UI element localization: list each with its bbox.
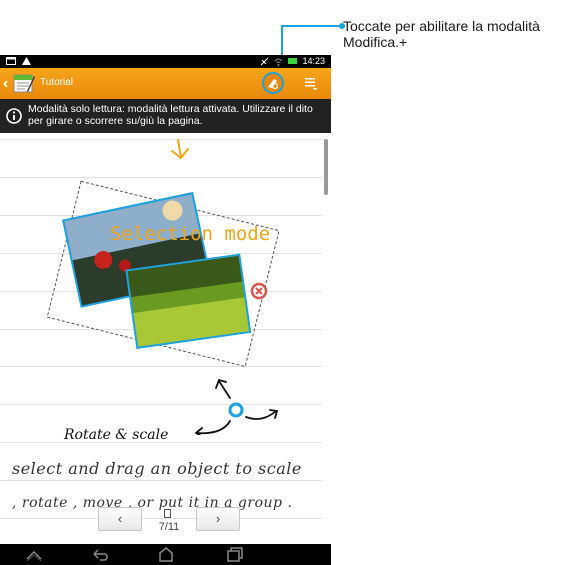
- page-title: Tutorial: [40, 77, 73, 88]
- page-icon: [164, 509, 171, 518]
- navigation-bar: [0, 544, 331, 565]
- page-indicator: 7/11: [158, 521, 180, 533]
- nav-overview-icon[interactable]: [156, 546, 176, 563]
- app-icon[interactable]: [13, 72, 35, 94]
- screenshot-notif-icon: [6, 57, 16, 65]
- menu-icon[interactable]: [304, 76, 318, 90]
- status-bar: 14:23: [0, 55, 331, 68]
- selection-illustration: [46, 139, 280, 435]
- ruled-line: [0, 480, 322, 481]
- clock: 14:23: [302, 56, 325, 66]
- battery-icon: [288, 58, 298, 64]
- signal-icon: [261, 57, 269, 65]
- nav-back-icon[interactable]: [90, 546, 110, 563]
- ruled-line: [0, 518, 322, 519]
- rotate-handle-icon: [228, 402, 244, 418]
- callout-text: Toccate per abilitare la modalità Modifi…: [343, 18, 540, 50]
- edit-mode-icon: [268, 79, 279, 90]
- wifi-icon: [275, 58, 283, 66]
- nav-home-icon[interactable]: [24, 546, 44, 563]
- next-page-button[interactable]: ›: [196, 507, 240, 531]
- read-only-banner: Modalità solo lettura: modalità lettura …: [0, 99, 331, 133]
- edit-mode-button[interactable]: [262, 72, 284, 94]
- banner-message: Modalità solo lettura: modalità lettura …: [28, 103, 313, 127]
- action-bar: ‹ Tutorial: [0, 68, 331, 99]
- rotate-scale-label: Rotate & scale: [64, 427, 169, 443]
- tablet-screen: 14:23 ‹ Tutorial Modalità solo lettura: …: [0, 55, 331, 565]
- selection-mode-heading: Selection mode: [110, 223, 271, 245]
- remove-icon: [250, 282, 268, 300]
- info-icon: [6, 108, 22, 124]
- handwriting-line-2: , rotate , move , or put it in a group .: [12, 495, 293, 511]
- handwriting-line-1: select and drag an object to scale: [12, 459, 302, 478]
- warning-icon: [22, 57, 31, 65]
- grass-photo: [125, 253, 252, 349]
- nav-recent-icon[interactable]: [225, 546, 245, 563]
- prev-page-button[interactable]: ‹: [98, 507, 142, 531]
- back-chevron-icon[interactable]: ‹: [3, 75, 8, 93]
